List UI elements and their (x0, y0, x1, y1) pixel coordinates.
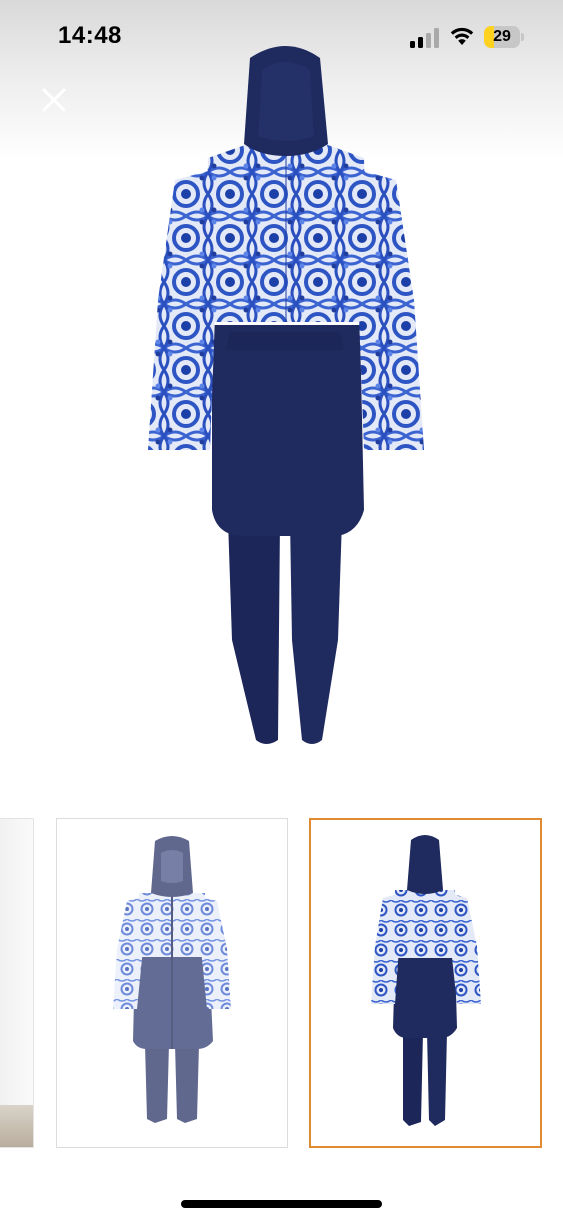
home-indicator[interactable] (181, 1200, 382, 1208)
thumbnail-front-view[interactable] (56, 818, 288, 1148)
status-time: 14:48 (58, 22, 122, 49)
thumbnail-back-view[interactable] (309, 818, 542, 1148)
thumbnail-partial[interactable] (0, 818, 34, 1148)
image-viewer-screen: 14:48 29 (0, 0, 563, 1219)
close-button[interactable] (34, 80, 74, 120)
main-product-image[interactable] (120, 40, 450, 760)
battery-level: 29 (493, 28, 511, 45)
wifi-icon (449, 26, 475, 46)
battery-body: 29 (484, 26, 520, 48)
battery-indicator: 29 (484, 26, 524, 48)
thumbnail-strip (0, 818, 563, 1150)
battery-cap (521, 33, 524, 41)
thumbnail-floor-detail (0, 1105, 33, 1147)
close-icon (42, 88, 66, 112)
